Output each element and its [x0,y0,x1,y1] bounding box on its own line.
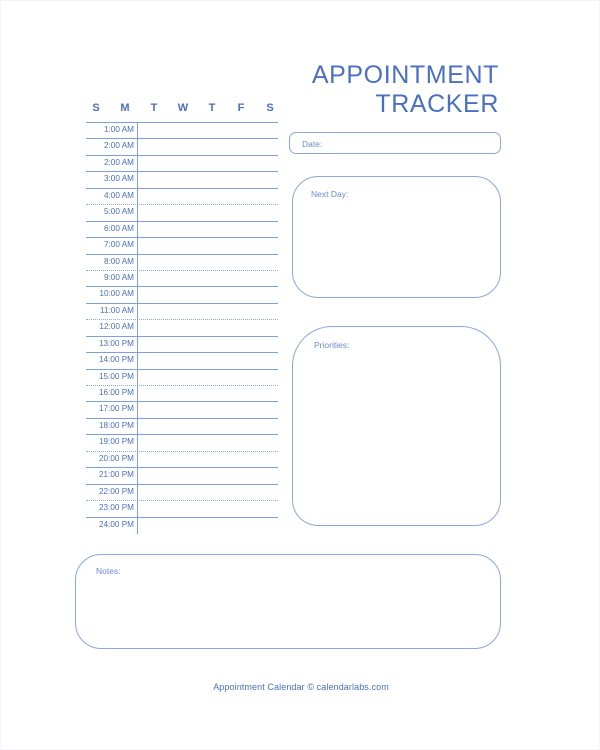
time-label: 2:00 AM [103,141,134,151]
time-label: 21:00 PM [98,470,134,480]
priorities-field[interactable]: Priorities: [292,326,501,526]
time-label: 16:00 PM [98,388,134,397]
time-label: 1:00 AM [103,125,134,134]
schedule-row[interactable]: 3:00 AM [86,171,278,187]
schedule-row-rule [86,122,278,123]
schedule-row-rule [86,171,278,173]
schedule-grid: 1:00 AM 2:00 AM 2:00 AM 3:00 AM 4:00 AM 5:00 … [86,122,278,533]
day-letter-4: T [208,102,216,114]
day-letter-0: S [92,102,100,114]
schedule-row[interactable]: 7:00 AM [86,237,278,253]
schedule-row[interactable]: 19:00 PM [86,434,278,450]
schedule-row[interactable]: 5:00 AM [86,204,278,220]
schedule-row[interactable]: 6:00 AM [86,220,278,237]
notes-field[interactable]: Notes: [75,554,501,649]
schedule-row[interactable]: 18:00 PM [86,417,278,434]
next-day-field-label: Next Day: [311,189,349,199]
time-label: 4:00 AM [103,190,134,200]
time-label: 17:00 PM [98,404,134,414]
day-of-week-header: SMTWTFS [89,102,277,114]
schedule-row[interactable]: 22:00 PM [86,483,278,500]
schedule-row[interactable]: 12:00 AM [86,319,278,335]
schedule-row[interactable]: 20:00 PM [86,450,278,467]
time-label: 20:00 PM [98,453,134,463]
date-field-label: Date: [302,139,323,149]
schedule-row[interactable]: 2:00 AM [86,138,278,154]
schedule-row-rule [86,237,278,239]
time-label: 18:00 PM [98,420,134,430]
schedule-row-rule [86,450,278,452]
schedule-row-rule [86,500,278,502]
schedule-row-rule [86,220,278,222]
time-label: 5:00 AM [103,207,134,217]
schedule-row-rule [86,204,278,206]
schedule-row[interactable]: 9:00 AM [86,269,278,286]
schedule-row[interactable]: 10:00 AM [86,286,278,302]
notes-field-label: Notes: [96,566,121,576]
date-field[interactable]: Date: [289,132,501,154]
schedule-row-rule [86,368,278,370]
schedule-row-rule [86,352,278,354]
day-letter-1: M [120,102,130,114]
time-label: 9:00 AM [103,272,134,282]
time-label: 23:00 PM [98,503,134,513]
schedule-row-rule [86,434,278,436]
schedule-row-rule [86,516,278,518]
time-label: 19:00 PM [98,437,134,447]
schedule-row-rule [86,269,278,271]
time-label: 22:00 PM [98,486,134,496]
schedule-row[interactable]: 16:00 PM [86,385,278,401]
schedule-row[interactable]: 23:00 PM [86,500,278,516]
schedule-row[interactable]: 11:00 AM [86,302,278,319]
time-label: 13:00 PM [98,338,134,348]
time-label: 3:00 AM [103,174,134,184]
schedule-row-rule [86,319,278,321]
time-label: 12:00 AM [99,322,134,332]
schedule-row[interactable]: 15:00 PM [86,368,278,385]
schedule-row-rule [86,302,278,304]
schedule-row[interactable]: 17:00 PM [86,401,278,417]
day-letter-5: F [237,102,245,114]
footer-credit: Appointment Calendar © calendarlabs.com [213,682,389,692]
schedule-row[interactable]: 2:00 AM [86,154,278,171]
priorities-field-label: Priorities: [314,340,350,350]
schedule-row-rule [86,253,278,255]
time-label: 8:00 AM [103,256,134,266]
day-letter-3: W [177,102,189,114]
schedule-row-rule [86,286,278,288]
schedule-row-rule [86,417,278,419]
schedule-row-rule [86,138,278,140]
time-label: 2:00 AM [103,157,134,167]
time-label: 7:00 AM [103,240,134,250]
schedule-row[interactable]: 4:00 AM [86,187,278,204]
day-letter-2: T [150,102,158,114]
appointment-tracker-page: APPOINTMENT TRACKER SMTWTFS 1:00 AM 2:00 … [0,0,600,750]
schedule-row[interactable]: 21:00 PM [86,467,278,483]
schedule-row[interactable]: 14:00 PM [86,352,278,368]
time-label: 24:00 PM [98,519,134,529]
schedule-row-rule [86,401,278,403]
schedule-row[interactable]: 1:00 AM [86,122,278,138]
schedule-row-rule [86,187,278,189]
schedule-row-rule [86,335,278,337]
time-label: 14:00 PM [98,355,134,365]
schedule-row-rule [86,467,278,469]
schedule-row-rule [86,483,278,485]
time-label: 15:00 PM [98,371,134,381]
schedule-grid-divider [137,122,138,534]
day-letter-6: S [266,102,274,114]
schedule-row[interactable]: 13:00 PM [86,335,278,352]
time-label: 10:00 AM [99,289,134,299]
schedule-row[interactable]: 24:00 PM [86,516,278,533]
page-title-line-1: APPOINTMENT [311,61,499,89]
time-label: 6:00 AM [103,223,134,233]
next-day-field[interactable]: Next Day: [292,176,501,298]
schedule-row-rule [86,385,278,386]
schedule-row[interactable]: 8:00 AM [86,253,278,270]
schedule-row-rule [86,154,278,156]
time-label: 11:00 AM [100,305,134,315]
